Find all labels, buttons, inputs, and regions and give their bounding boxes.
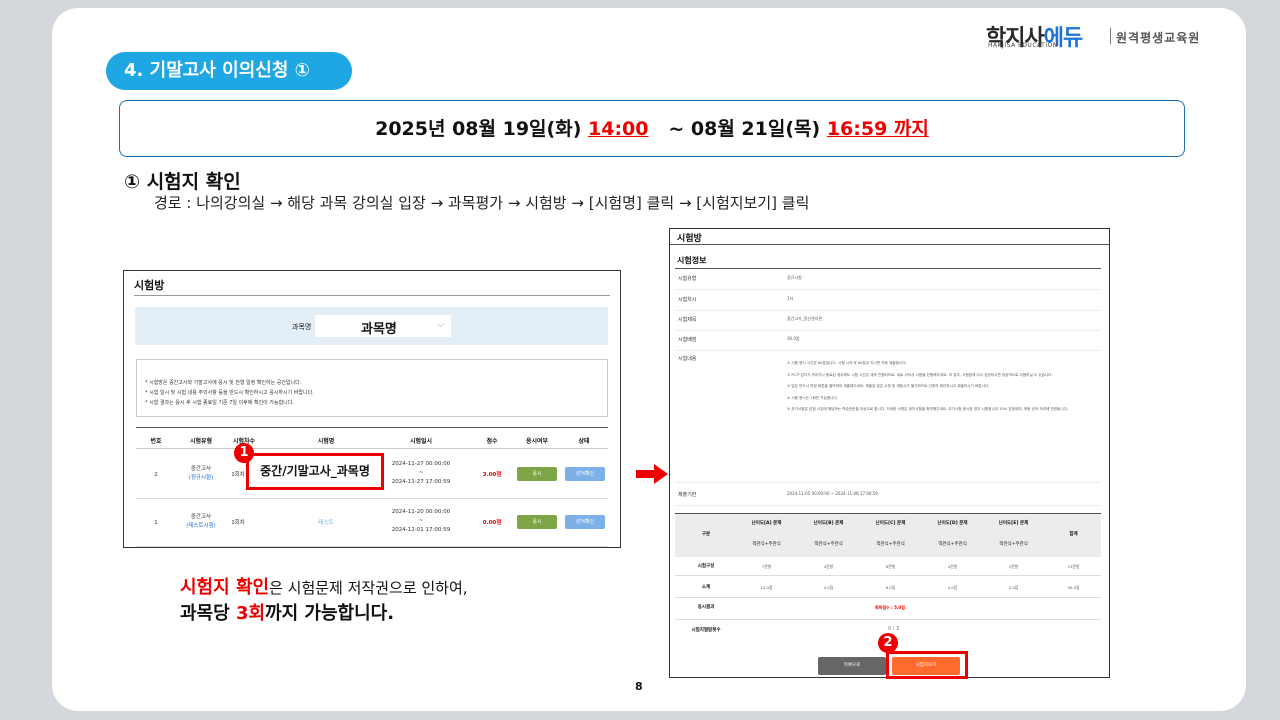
exam-notice-box: * 시험방은 중간고사와 기말고사에 응시 및 전형 일정 확인하는 공간입니다…	[136, 359, 608, 417]
exam-room-title: 시험방	[677, 234, 702, 244]
divider	[134, 295, 610, 296]
brand-right-text: 원격평생교육원	[1116, 31, 1201, 45]
subject-filter-bar: 과목명 과목명 ⌵	[135, 307, 608, 345]
row-type: 중간고사 (테스트시험)	[186, 514, 216, 529]
exam-room-screenshot: 시험방 과목명 과목명 ⌵ * 시험방은 중간고사와 기말고사에 응시 및 전형…	[123, 270, 621, 548]
info-row: 시험유형 정규시험	[675, 269, 1101, 290]
deadline-row: 제출기한 2024-11-05 00:00:00 ~ 2024-11-08 17:…	[675, 485, 1101, 506]
step-badge-1: 1	[234, 443, 254, 463]
subject-select-value: 과목명	[361, 322, 397, 337]
period-start-date: 2025년 08월 19일(화)	[375, 118, 582, 140]
row-score: 3.00점	[482, 472, 502, 478]
note-line-1: 시험지 확인은 시험문제 저작권으로 인하여,	[180, 577, 468, 598]
col-header: 시험유형	[189, 438, 213, 445]
note-line-2: 과목당 3회까지 가능합니다.	[180, 603, 395, 624]
info-row: 시험차시 1차	[675, 290, 1101, 311]
table-row: 1 중간고사 (테스트시험) 1회차 테스트 2024-11-20 00:00:0…	[136, 499, 608, 547]
subject-filter-label: 과목명	[292, 323, 312, 331]
period-end-time: 16:59 까지	[826, 118, 929, 140]
col-header: 상태	[578, 438, 590, 445]
exam-name-link[interactable]: 테스트	[302, 519, 350, 528]
row-datetime: 2024-11-27 00:00:00 ~2024-11-27 17:00:59	[391, 461, 451, 485]
exam-room-title: 시험방	[134, 279, 165, 292]
col-header: 응시여부	[525, 438, 549, 445]
exam-result-value: 획득점수 : 5.0점	[875, 605, 905, 610]
row-round: 1회차	[231, 520, 245, 526]
check-grade-button[interactable]: 성적확인	[565, 467, 605, 481]
step-badge-2: 2	[878, 633, 898, 653]
route-text: 경로 : 나의강의실 → 해당 과목 강의실 입장 → 과목평가 → 시험방 →…	[154, 194, 810, 212]
section-pill-title: 4. 기말고사 이의신청 ①	[106, 52, 352, 90]
back-to-list-button[interactable]: 목록으로	[818, 657, 886, 675]
notice-line: * 시험 일시 및 시험 내용 주의사항 등을 반드시 확인하시고 응시하시기 …	[145, 390, 314, 396]
col-header: 점수	[486, 438, 498, 445]
exam-composition-table: 구분 난이도[A] 문제 난이도[B] 문제 난이도[C] 문제 난이도[D] …	[675, 513, 1101, 641]
brand-logo: 학지사에듀 HAKJISA EDUCATION 원격평생교육원	[986, 20, 1226, 51]
row-no: 2	[154, 472, 158, 478]
brand-logo-sub: HAKJISA EDUCATION	[988, 42, 1058, 49]
exam-content: 시험내용 ① 시험 응시 시간은 60분입니다. 시험 시작 후 60분이 지나…	[675, 351, 1101, 483]
period-box: 2025년 08월 19일(화) 14:00 ~ 08월 21일(목) 16:5…	[119, 100, 1185, 157]
exam-info-screenshot: 시험방 시험정보 시험유형 정규시험 시험차시 1차 시험제목 중간고사_정산관리론 …	[669, 228, 1110, 678]
period-separator: ~	[668, 118, 685, 140]
chevron-down-icon: ⌵	[437, 320, 444, 330]
row-no: 1	[154, 520, 158, 526]
row-datetime: 2024-11-20 00:00:00 ~2024-12-01 17:00:59	[391, 509, 451, 533]
period-start-time: 14:00	[588, 118, 649, 140]
subject-select[interactable]: 과목명 ⌵	[315, 315, 451, 337]
take-exam-button[interactable]: 응시	[517, 467, 557, 481]
arrow-right-icon	[636, 464, 668, 484]
page-number: 8	[635, 680, 643, 693]
brand-divider	[1110, 28, 1111, 44]
view-exam-paper-highlight	[886, 651, 968, 679]
take-exam-button[interactable]: 응시	[517, 515, 557, 529]
divider	[670, 244, 1109, 245]
col-header: 시험일시	[409, 438, 433, 445]
exam-info-subtitle: 시험정보	[677, 256, 707, 265]
exam-name-link-highlight[interactable]: 중간/기말고사_과목명	[246, 453, 384, 490]
info-row: 시험제목 중간고사_정산관리론	[675, 310, 1101, 331]
col-header: 번호	[150, 438, 162, 445]
row-score: 0.00점	[482, 520, 502, 526]
exam-table-header: 번호 시험유형 시험차수 시험명 시험일시 점수 응시여부 상태	[136, 427, 608, 449]
notice-line: * 시험방은 중간고사와 기말고사에 응시 및 전형 일정 확인하는 공간입니다…	[145, 380, 302, 386]
info-row: 시험배점 30.0점	[675, 330, 1101, 351]
view-count-value: 0 / 3	[888, 626, 900, 632]
col-header: 시험명	[317, 438, 335, 445]
row-type: 중간고사 (정규시험)	[188, 466, 214, 481]
notice-line: * 시험 결과는 응시 후 시험 종료일 기준 7일 이후에 확인이 가능합니다…	[145, 400, 294, 406]
period-end-date: 08월 21일(목)	[690, 118, 821, 140]
section-title: ① 시험지 확인	[124, 171, 241, 193]
check-grade-button[interactable]: 성적확인	[565, 515, 605, 529]
